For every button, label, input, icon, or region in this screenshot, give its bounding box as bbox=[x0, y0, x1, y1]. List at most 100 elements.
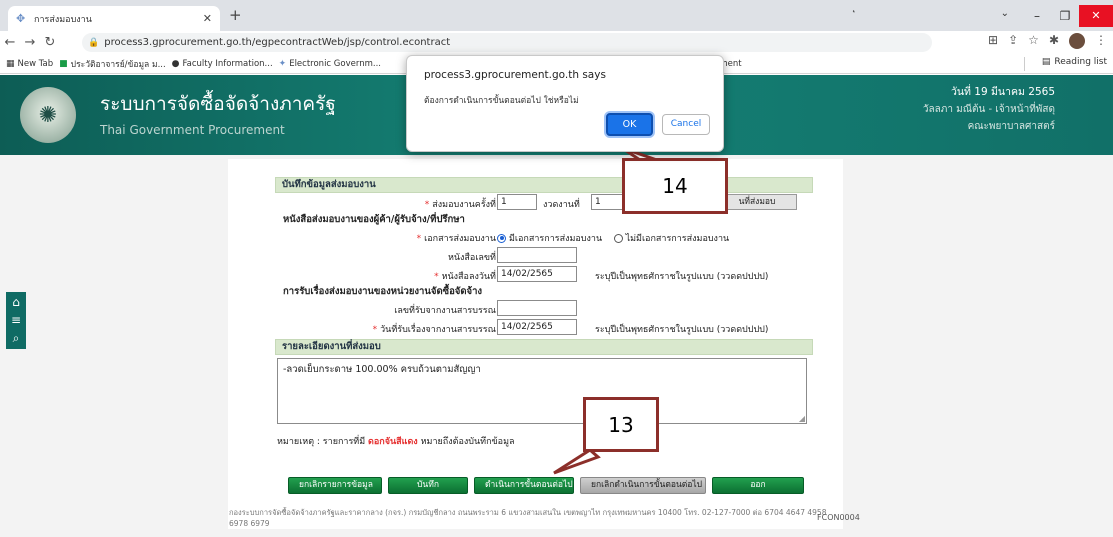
save-button[interactable]: บันทึก bbox=[388, 477, 468, 494]
forward-icon[interactable]: → bbox=[20, 35, 40, 50]
document-type-label: * เอกสารส่งมอบงาน bbox=[417, 231, 496, 245]
letter-date-hint: ระบุปีเป็นพุทธศักราชในรูปแบบ (ววดดปปปป) bbox=[595, 272, 769, 282]
letter-number-field[interactable] bbox=[497, 247, 577, 263]
bookmark-item[interactable]: ▦ New Tab bbox=[6, 59, 53, 69]
bookmark-icon: ▦ bbox=[6, 58, 15, 69]
toolbar-icons: ⊞ ⇪ ☆ ✱ ⋮ bbox=[988, 33, 1107, 49]
letter-number-row: หนังสือเลขที่ bbox=[275, 246, 813, 265]
tab-favicon-icon: ✥ bbox=[16, 11, 26, 25]
receipt-number-field[interactable] bbox=[497, 300, 577, 316]
current-date: วันที่ 19 มีนาคม 2565 bbox=[950, 86, 1055, 98]
letter-date-label-text: หนังสือลงวันที่ bbox=[441, 272, 496, 282]
required-mark: * bbox=[424, 200, 430, 210]
cancel-next-step-button[interactable]: ยกเลิกดำเนินการขั้นตอนต่อไป bbox=[580, 477, 706, 494]
back-icon[interactable]: ← bbox=[0, 35, 20, 50]
document-radio-group: มีเอกสารการส่งมอบงาน ไม่มีเอกสารการส่งมอ… bbox=[497, 231, 729, 246]
radio-has-document[interactable]: มีเอกสารการส่งมอบงาน bbox=[497, 231, 602, 245]
translate-icon[interactable]: ⊞ bbox=[988, 33, 998, 49]
receipt-date-row: * วันที่รับเรื่องจากงานสารบรรณ 14/02/2565… bbox=[275, 318, 813, 337]
required-mark: * bbox=[434, 272, 439, 282]
delivery-date-button[interactable]: นที่ส่งมอบ bbox=[717, 194, 797, 210]
bookmark-star-icon[interactable]: ☆ bbox=[1028, 33, 1039, 49]
dialog-ok-button[interactable]: OK bbox=[606, 113, 653, 136]
reading-list-icon: ▤ bbox=[1041, 57, 1051, 67]
callout-step-13: 13 bbox=[583, 397, 659, 452]
details-text: -ลวดเย็บกระดาษ 100.00% ครบถ้วนตามสัญญา bbox=[283, 364, 481, 375]
required-mark: * bbox=[372, 325, 378, 335]
menu-icon[interactable]: ≡ bbox=[11, 313, 21, 328]
form-panel: บันทึกข้อมูลส่งมอบงาน * ส่งมอบงานครั้งที่… bbox=[228, 159, 843, 529]
window-controls: – ❐ ✕ bbox=[1023, 0, 1113, 31]
reading-list-label: Reading list bbox=[1054, 57, 1107, 67]
receipt-number-row: เลขที่รับจากงานสารบรรณ bbox=[275, 299, 813, 318]
resize-grip-icon[interactable]: ◢ bbox=[799, 414, 805, 423]
search-icon[interactable]: ⌕ bbox=[13, 331, 20, 346]
tab-search-icon[interactable]: ⌄ bbox=[1001, 8, 1009, 19]
bookmark-item[interactable]: ■ ประวัติอาจารย์/ข้อมูล ม... bbox=[59, 57, 166, 71]
url-text: process3.gprocurement.go.th/egpecontract… bbox=[104, 37, 451, 48]
callout-step-14: 14 bbox=[622, 158, 728, 214]
section-title-details: รายละเอียดงานที่ส่งมอบ bbox=[275, 339, 813, 355]
dialog-message: ต้องการดำเนินการขั้นตอนต่อไป ใช่หรือไม่ bbox=[424, 96, 579, 106]
new-tab-icon[interactable]: + bbox=[229, 6, 242, 24]
restore-icon[interactable]: ❐ bbox=[1051, 9, 1079, 23]
receipt-number-label: เลขที่รับจากงานสารบรรณ bbox=[394, 306, 496, 316]
bookmark-label: New Tab bbox=[17, 58, 54, 69]
note-suffix: หมายถึงต้องบันทึกข้อมูล bbox=[420, 437, 515, 447]
delivery-number-label: * ส่งมอบงานครั้งที่ bbox=[425, 197, 496, 211]
browser-tab[interactable]: ✥ การส่งมอบงาน ✕ bbox=[8, 6, 220, 31]
address-bar-row: ← → ↻ 🔒 process3.gprocurement.go.th/egpe… bbox=[0, 31, 1113, 54]
bookmarks-divider bbox=[1024, 57, 1025, 71]
minimize-icon[interactable]: – bbox=[1023, 9, 1051, 23]
radio-no-document[interactable]: ไม่มีเอกสารการส่งมอบงาน bbox=[613, 231, 729, 245]
radio-checked-icon bbox=[497, 233, 506, 243]
note-prefix: หมายเหตุ : รายการที่มี bbox=[277, 437, 366, 447]
delivery-number-label-text: ส่งมอบงานครั้งที่ bbox=[432, 200, 496, 210]
bookmark-label: Electronic Governm... bbox=[289, 58, 381, 69]
site-title-thai: ระบบการจัดซื้อจัดจ้างภาครัฐ bbox=[100, 93, 336, 115]
bookmark-label: Faculty Information... bbox=[182, 58, 273, 69]
quick-nav: ⌂ ≡ ⌕ bbox=[6, 292, 26, 349]
installment-label: งวดงานที่ bbox=[543, 200, 580, 210]
delivery-number-field[interactable]: 1 bbox=[497, 194, 537, 210]
radio-unchecked-icon bbox=[613, 233, 623, 243]
receipt-heading: การรับเรื่องส่งมอบงานของหน่วยงานจัดซื้อจ… bbox=[283, 286, 483, 297]
document-type-label-text: เอกสารส่งมอบงาน bbox=[424, 234, 496, 244]
bookmark-icon: ■ bbox=[59, 58, 68, 69]
section-title-delivery: บันทึกข้อมูลส่งมอบงาน bbox=[275, 177, 813, 193]
lock-icon: 🔒 bbox=[88, 37, 100, 48]
letter-date-label: * หนังสือลงวันที่ bbox=[434, 269, 496, 283]
required-mark: * bbox=[416, 234, 422, 244]
receipt-date-hint: ระบุปีเป็นพุทธศักราชในรูปแบบ (ววดดปปปป) bbox=[595, 325, 769, 335]
share-icon[interactable]: ⇪ bbox=[1008, 33, 1018, 49]
details-textarea[interactable]: -ลวดเย็บกระดาษ 100.00% ครบถ้วนตามสัญญา ◢ bbox=[277, 358, 807, 424]
bookmark-item[interactable]: ✦ Electronic Governm... bbox=[279, 59, 381, 69]
delivery-number-row: * ส่งมอบงานครั้งที่ 1 งวดงานที่ 1 นที่ส่ง… bbox=[275, 193, 813, 212]
receipt-date-label: * วันที่รับเรื่องจากงานสารบรรณ bbox=[373, 322, 496, 336]
site-title-english: Thai Government Procurement bbox=[100, 123, 285, 137]
receipt-date-field[interactable]: 14/02/2565 bbox=[497, 319, 577, 335]
user-organization: คณะพยาบาลศาสตร์ bbox=[967, 121, 1055, 132]
home-icon[interactable]: ⌂ bbox=[12, 295, 20, 310]
tab-title: การส่งมอบงาน bbox=[34, 14, 92, 25]
next-step-button[interactable]: ดำเนินการขั้นตอนต่อไป bbox=[474, 477, 574, 494]
reading-list-button[interactable]: ▤ Reading list bbox=[1042, 57, 1107, 67]
window-close-icon[interactable]: ✕ bbox=[1079, 4, 1113, 27]
letter-number-label: หนังสือเลขที่ bbox=[447, 253, 496, 263]
letter-date-field[interactable]: 14/02/2565 bbox=[497, 266, 577, 282]
bookmark-item[interactable]: ● Faculty Information... bbox=[172, 59, 273, 69]
profile-avatar[interactable] bbox=[1069, 33, 1085, 49]
garuda-logo: ✺ bbox=[20, 87, 76, 143]
tab-close-icon[interactable]: ✕ bbox=[203, 12, 212, 25]
reload-icon[interactable]: ↻ bbox=[40, 35, 60, 50]
url-field[interactable]: 🔒 process3.gprocurement.go.th/egpecontra… bbox=[82, 33, 932, 52]
footer-address: กองระบบการจัดซื้อจัดจ้างภาครัฐและราคากลา… bbox=[229, 508, 827, 528]
cancel-items-button[interactable]: ยกเลิกรายการข้อมูล bbox=[288, 477, 382, 494]
menu-dots-icon[interactable]: ⋮ bbox=[1095, 33, 1107, 49]
extensions-icon[interactable]: ✱ bbox=[1049, 33, 1059, 49]
dialog-title: process3.gprocurement.go.th says bbox=[424, 69, 606, 81]
receipt-date-label-text: วันที่รับเรื่องจากงานสารบรรณ bbox=[380, 325, 496, 335]
dialog-cancel-button[interactable]: Cancel bbox=[662, 114, 710, 135]
exit-button[interactable]: ออก bbox=[712, 477, 804, 494]
document-type-row: * เอกสารส่งมอบงาน มีเอกสารการส่งมอบงาน ไม… bbox=[275, 227, 813, 246]
